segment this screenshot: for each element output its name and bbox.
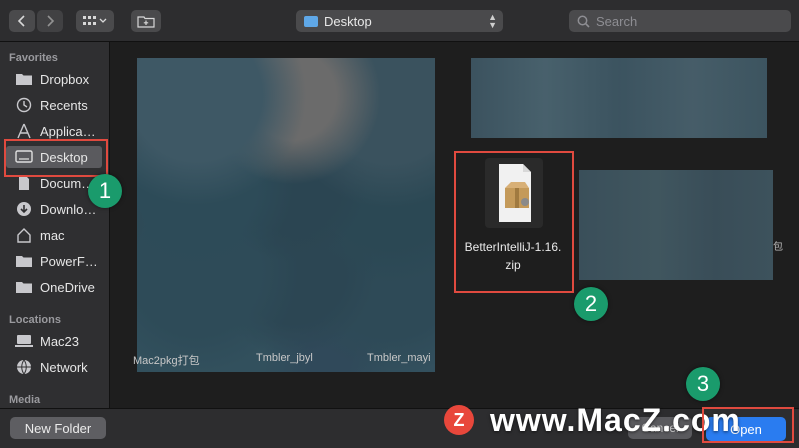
- globe-icon: [14, 358, 34, 376]
- callout-badge-3: 3: [686, 367, 720, 401]
- chevron-right-icon: [47, 15, 55, 27]
- new-folder-icon-button[interactable]: [131, 10, 161, 32]
- computer-icon: [14, 332, 34, 350]
- view-options-button[interactable]: [76, 10, 114, 32]
- file-name-mac2pkg[interactable]: Mac2pkg打包: [133, 352, 200, 368]
- highlight-desktop: [4, 139, 108, 177]
- sidebar-item-label: Mac23: [40, 333, 80, 349]
- desktop-folder-icon: [304, 15, 318, 27]
- callout-badge-1: 1: [88, 174, 122, 208]
- sidebar-item-home[interactable]: mac: [14, 224, 109, 246]
- favorites-heading: Favorites: [9, 52, 58, 64]
- sidebar-item-mac23[interactable]: Mac23: [14, 330, 109, 352]
- chevron-left-icon: [17, 15, 25, 27]
- sidebar-item-label: Downlo…: [40, 201, 97, 217]
- clock-icon: [14, 96, 34, 114]
- sidebar-item-onedrive[interactable]: OneDrive: [14, 276, 109, 298]
- sidebar-item-label: Dropbox: [40, 71, 90, 87]
- sidebar-item-label: Network: [40, 359, 88, 375]
- sidebar-item-recents[interactable]: Recents: [14, 94, 109, 116]
- grid-icon: [83, 16, 107, 25]
- watermark-logo: Z: [444, 405, 474, 435]
- search-placeholder: Search: [596, 13, 638, 29]
- location-label: Desktop: [324, 13, 372, 29]
- sidebar-item-label: OneDrive: [40, 279, 95, 295]
- download-icon: [14, 200, 34, 218]
- search-icon: [577, 15, 590, 28]
- search-field[interactable]: Search: [569, 10, 791, 32]
- new-folder-icon: [137, 15, 155, 28]
- blurred-file-top-right: [471, 58, 767, 138]
- highlight-zip-file: [454, 151, 574, 293]
- sidebar-item-powerf[interactable]: PowerF…: [14, 250, 109, 272]
- sidebar-item-dropbox[interactable]: Dropbox: [14, 68, 109, 90]
- applications-icon: [14, 122, 34, 140]
- highlight-open-button: [702, 407, 794, 443]
- file-name-tmbler-mayi[interactable]: Tmbler_mayi: [367, 352, 431, 364]
- media-heading: Media: [9, 394, 41, 406]
- new-folder-button[interactable]: New Folder: [10, 417, 106, 439]
- file-name-tmbler-jbyl[interactable]: Tmbler_jbyl: [256, 352, 313, 364]
- sidebar-item-label: mac: [40, 227, 65, 243]
- file-name-fragment: 包: [773, 242, 783, 253]
- locations-heading: Locations: [9, 314, 61, 326]
- folder-icon: [14, 278, 34, 296]
- toolbar: Desktop ▲ ▼ Search: [0, 0, 799, 42]
- sidebar-item-label: Applica…: [40, 123, 96, 139]
- blurred-file-right: [579, 170, 773, 280]
- up-down-chevron-icon: ▲ ▼: [488, 12, 497, 30]
- home-icon: [14, 226, 34, 244]
- folder-icon: [14, 70, 34, 88]
- folder-icon: [14, 252, 34, 270]
- location-popup[interactable]: Desktop ▲ ▼: [296, 10, 503, 32]
- blurred-file-grid: [137, 58, 435, 372]
- sidebar-item-network[interactable]: Network: [14, 356, 109, 378]
- sidebar: Favorites Dropbox Recents Applica… Deskt…: [0, 42, 110, 408]
- watermark: Z www.MacZ.com: [444, 400, 741, 440]
- sidebar-item-label: Recents: [40, 97, 88, 113]
- back-button[interactable]: [9, 10, 35, 32]
- callout-badge-2: 2: [574, 287, 608, 321]
- sidebar-item-label: Docum…: [40, 175, 95, 191]
- forward-button[interactable]: [37, 10, 63, 32]
- sidebar-item-label: PowerF…: [40, 253, 98, 269]
